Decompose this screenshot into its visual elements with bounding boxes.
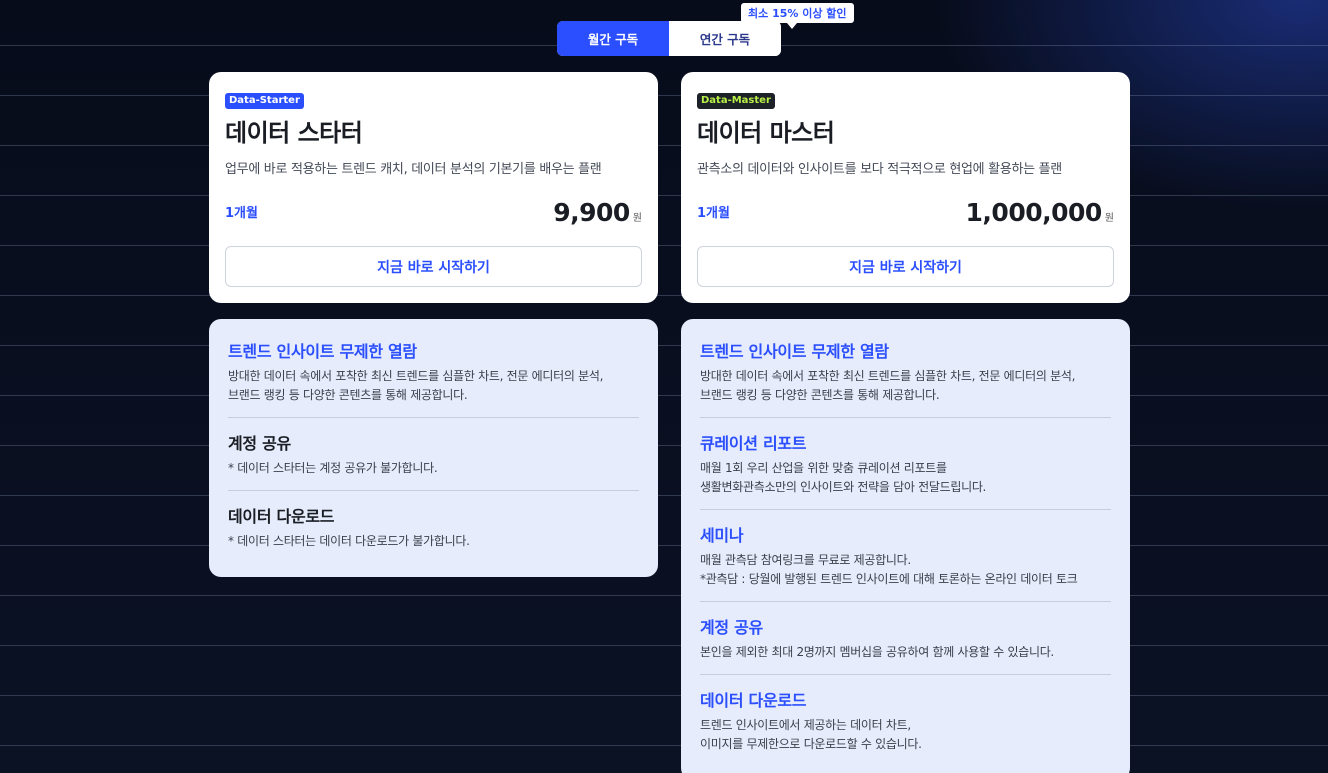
price-row: 1개월 9,900 원 — [225, 198, 642, 227]
subscription-toggle: 월간 구독 연간 구독 — [557, 21, 781, 56]
plan-period: 1개월 — [225, 206, 258, 221]
plan-title: 데이터 스타터 — [225, 119, 363, 147]
start-now-button[interactable]: 지금 바로 시작하기 — [225, 246, 642, 287]
monthly-tab[interactable]: 월간 구독 — [557, 21, 669, 56]
feature-line: * 데이터 스타터는 계정 공유가 불가합니다. — [228, 461, 438, 475]
feature-line: 생활변화관측소만의 인사이트와 전략을 담아 전달드립니다. — [700, 480, 987, 494]
plan-period: 1개월 — [697, 206, 730, 221]
discount-badge: 최소 15% 이상 할인 — [741, 3, 854, 29]
plan-card-starter: Data-Starter 데이터 스타터 업무에 바로 적용하는 트렌드 캐치,… — [209, 72, 658, 303]
price-row: 1개월 1,000,000 원 — [697, 198, 1114, 227]
feature-item: 데이터 다운로드 트렌드 인사이트에서 제공하는 데이터 차트, 이미지를 무제… — [700, 674, 1111, 766]
feature-title: 세미나 — [700, 526, 744, 545]
feature-item: 세미나 매월 관측담 참여링크를 무료로 제공합니다. *관측담 : 당월에 발… — [700, 509, 1111, 601]
feature-line: 브랜드 랭킹 등 다양한 콘텐츠를 통해 제공합니다. — [228, 388, 468, 402]
plan-tag: Data-Starter — [225, 93, 304, 109]
feature-title: 트렌드 인사이트 무제한 열람 — [700, 342, 889, 361]
feature-card-master: 트렌드 인사이트 무제한 열람 방대한 데이터 속에서 포착한 최신 트렌드를 … — [681, 319, 1130, 773]
feature-item: 트렌드 인사이트 무제한 열람 방대한 데이터 속에서 포착한 최신 트렌드를 … — [700, 338, 1111, 417]
feature-title: 계정 공유 — [228, 434, 291, 453]
feature-item: 데이터 다운로드 * 데이터 스타터는 데이터 다운로드가 불가합니다. — [228, 490, 639, 563]
feature-title: 데이터 다운로드 — [700, 691, 807, 710]
feature-line: 브랜드 랭킹 등 다양한 콘텐츠를 통해 제공합니다. — [700, 388, 940, 402]
feature-card-starter: 트렌드 인사이트 무제한 열람 방대한 데이터 속에서 포착한 최신 트렌드를 … — [209, 319, 658, 577]
feature-title: 큐레이션 리포트 — [700, 434, 807, 453]
feature-title: 계정 공유 — [700, 618, 763, 637]
feature-line: 방대한 데이터 속에서 포착한 최신 트렌드를 심플한 차트, 전문 에디터의 … — [700, 369, 1076, 383]
currency-unit: 원 — [632, 213, 642, 224]
feature-item: 트렌드 인사이트 무제한 열람 방대한 데이터 속에서 포착한 최신 트렌드를 … — [228, 338, 639, 417]
plan-price: 1,000,000 — [965, 198, 1103, 227]
feature-item: 계정 공유 본인을 제외한 최대 2명까지 멤버십을 공유하여 함께 사용할 수… — [700, 601, 1111, 674]
feature-item: 계정 공유 * 데이터 스타터는 계정 공유가 불가합니다. — [228, 417, 639, 490]
plan-description: 업무에 바로 적용하는 트렌드 캐치, 데이터 분석의 기본기를 배우는 플랜 — [225, 162, 602, 177]
feature-title: 트렌드 인사이트 무제한 열람 — [228, 342, 417, 361]
feature-line: *관측담 : 당월에 발행된 트렌드 인사이트에 대해 토론하는 온라인 데이터… — [700, 572, 1078, 586]
plan-description: 관측소의 데이터와 인사이트를 보다 적극적으로 현업에 활용하는 플랜 — [697, 162, 1062, 177]
price-wrap: 9,900 원 — [553, 198, 642, 227]
plan-tag: Data-Master — [697, 93, 775, 109]
plan-card-master: Data-Master 데이터 마스터 관측소의 데이터와 인사이트를 보다 적… — [681, 72, 1130, 303]
price-wrap: 1,000,000 원 — [966, 198, 1114, 227]
feature-title: 데이터 다운로드 — [228, 507, 335, 526]
currency-unit: 원 — [1104, 213, 1114, 224]
start-now-button[interactable]: 지금 바로 시작하기 — [697, 246, 1114, 287]
feature-line: 매월 1회 우리 산업을 위한 맞춤 큐레이션 리포트를 — [700, 461, 947, 475]
feature-line: * 데이터 스타터는 데이터 다운로드가 불가합니다. — [228, 534, 470, 548]
plan-title: 데이터 마스터 — [697, 119, 835, 147]
feature-line: 트렌드 인사이트에서 제공하는 데이터 차트, — [700, 718, 911, 732]
yearly-tab[interactable]: 연간 구독 — [669, 21, 781, 56]
feature-line: 방대한 데이터 속에서 포착한 최신 트렌드를 심플한 차트, 전문 에디터의 … — [228, 369, 604, 383]
feature-item: 큐레이션 리포트 매월 1회 우리 산업을 위한 맞춤 큐레이션 리포트를 생활… — [700, 417, 1111, 509]
feature-line: 매월 관측담 참여링크를 무료로 제공합니다. — [700, 553, 911, 567]
feature-line: 이미지를 무제한으로 다운로드할 수 있습니다. — [700, 737, 922, 751]
feature-line: 본인을 제외한 최대 2명까지 멤버십을 공유하여 함께 사용할 수 있습니다. — [700, 645, 1054, 659]
plan-price: 9,900 — [553, 198, 630, 227]
